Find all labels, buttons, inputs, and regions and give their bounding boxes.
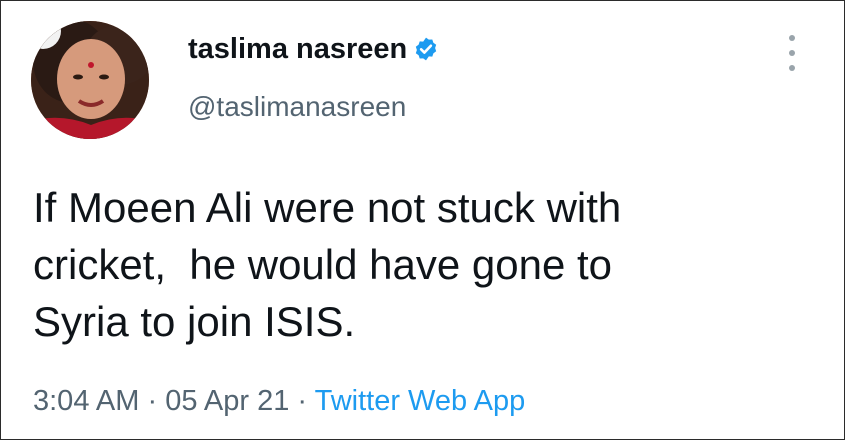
tweet-text: If Moeen Ali were not stuck with cricket… — [33, 179, 823, 350]
author-name[interactable]: taslima nasreen — [188, 33, 439, 66]
meta-separator: · — [139, 385, 166, 417]
meta-separator: · — [289, 385, 315, 417]
tweet-text-line: cricket, he would have gone to — [33, 241, 613, 288]
tweet-time[interactable]: 3:04 AM — [33, 385, 139, 417]
tweet-date[interactable]: 05 Apr 21 — [165, 385, 289, 417]
tweet-card: taslima nasreen @taslimanasreen If Moeen… — [0, 0, 845, 440]
tweet-meta: 3:04 AM · 05 Apr 21 · Twitter Web App — [33, 385, 525, 418]
tweet-source[interactable]: Twitter Web App — [315, 385, 526, 417]
tweet-text-line: Syria to join ISIS. — [33, 298, 356, 345]
tweet-text-line: If Moeen Ali were not stuck with — [33, 184, 622, 231]
more-dot — [789, 50, 795, 56]
more-dot — [789, 35, 795, 41]
more-dot — [789, 65, 795, 71]
avatar[interactable] — [31, 21, 149, 139]
author-name-text: taslima nasreen — [188, 33, 408, 65]
more-options-icon[interactable] — [787, 35, 797, 71]
avatar-image — [31, 21, 149, 139]
author-handle[interactable]: @taslimanasreen — [188, 91, 406, 123]
verified-badge-icon — [416, 37, 437, 61]
